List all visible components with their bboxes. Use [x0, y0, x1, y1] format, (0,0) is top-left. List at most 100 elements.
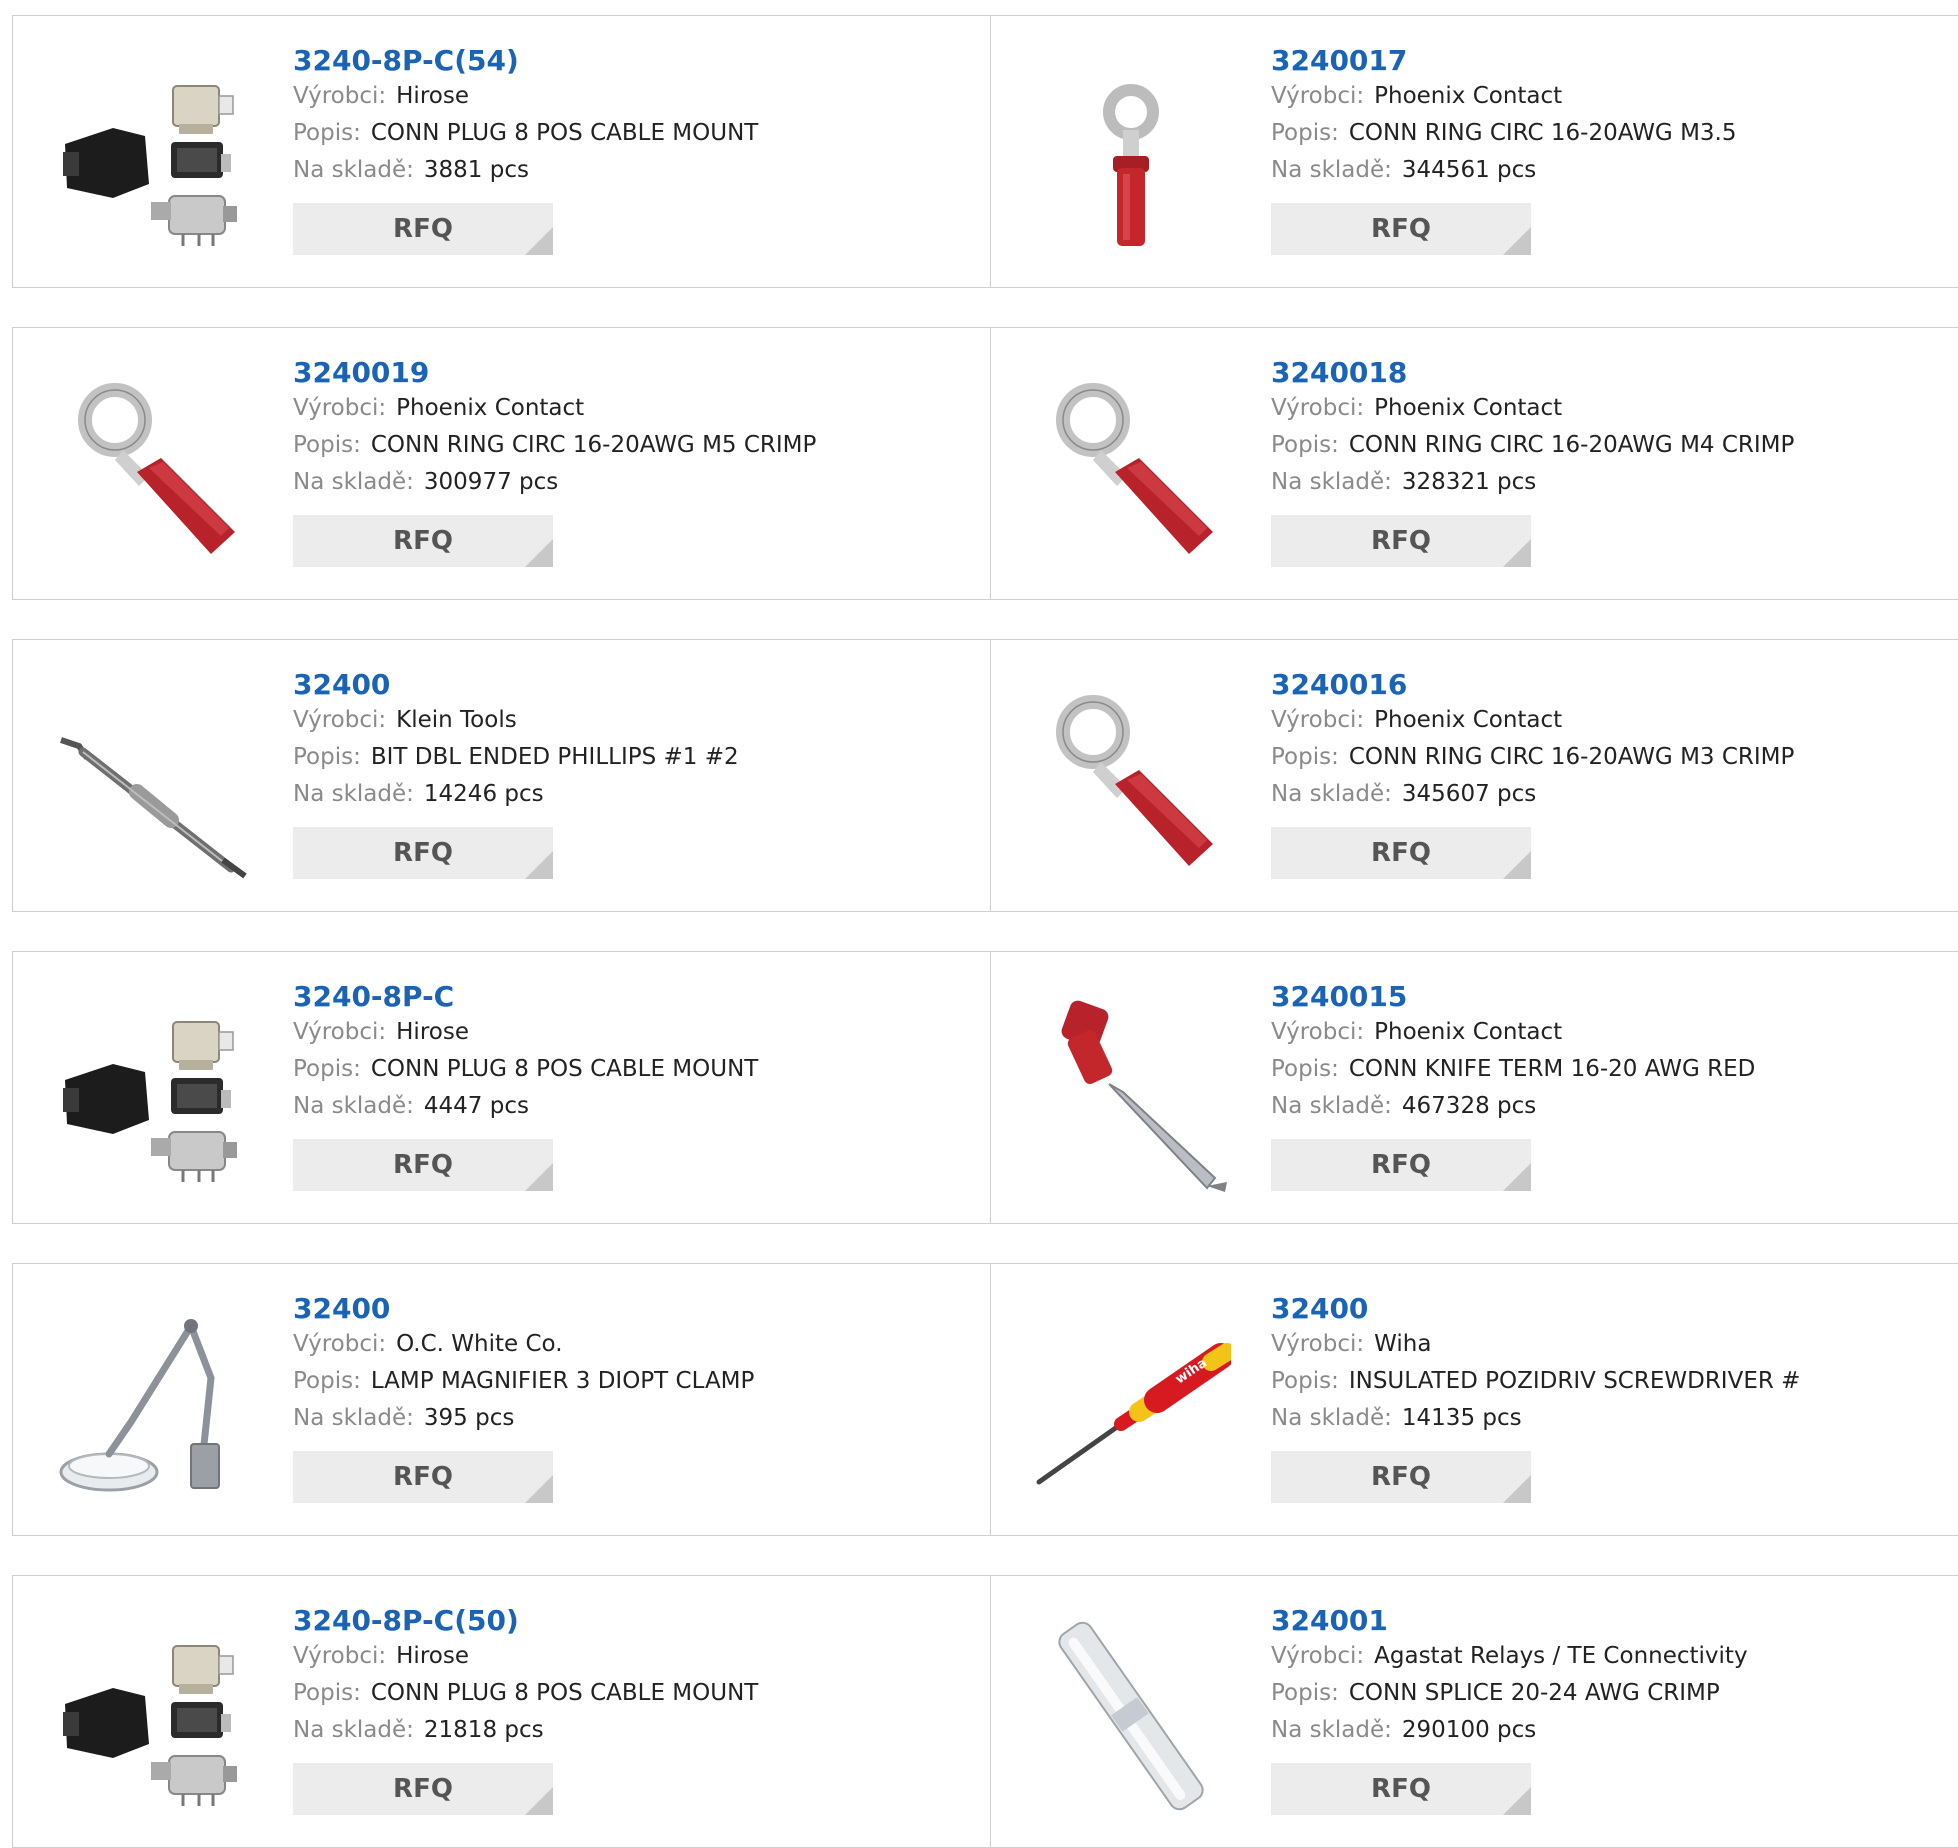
description-value: LAMP MAGNIFIER 3 DIOPT CLAMP	[370, 1368, 755, 1394]
knife-terminal-icon	[1061, 1000, 1227, 1192]
stock-value: 395 pcs	[423, 1405, 515, 1431]
rfq-button[interactable]: RFQ	[293, 827, 553, 879]
stock-row: Na skladě: 345607 pcs	[1271, 776, 1794, 813]
description-label: Popis:	[1271, 1056, 1339, 1082]
manufacturer-value: Wiha	[1374, 1331, 1432, 1357]
product-grid: 3240-8P-C(54) Výrobci: Hirose Popis: CONN …	[0, 0, 1958, 1848]
product-image[interactable]	[1031, 992, 1231, 1192]
part-number-link[interactable]: 3240-8P-C	[293, 980, 758, 1014]
product-image[interactable]	[1031, 1616, 1231, 1816]
stock-value: 467328 pcs	[1401, 1093, 1537, 1119]
product-card: 3240017 Výrobci: Phoenix Contact Popis: CO…	[990, 16, 1958, 287]
product-image[interactable]	[53, 368, 253, 568]
description-label: Popis:	[293, 120, 361, 146]
manufacturer-value: Agastat Relays / TE Connectivity	[1374, 1643, 1748, 1669]
product-row: 3240019 Výrobci: Phoenix Contact Popis: CO…	[12, 327, 1958, 600]
stock-value: 344561 pcs	[1401, 157, 1537, 183]
manufacturer-label: Výrobci:	[1271, 1643, 1365, 1669]
manufacturer-label: Výrobci:	[1271, 1019, 1365, 1045]
product-image[interactable]	[53, 1304, 253, 1504]
stock-value: 21818 pcs	[423, 1717, 544, 1743]
product-image[interactable]	[1031, 680, 1231, 880]
product-image[interactable]	[1031, 368, 1231, 568]
product-image[interactable]: wiha	[1031, 1304, 1231, 1504]
rfq-button[interactable]: RFQ	[1271, 827, 1531, 879]
stock-value: 3881 pcs	[423, 157, 529, 183]
rfq-button[interactable]: RFQ	[1271, 1451, 1531, 1503]
product-row: 3240-8P-C(50) Výrobci: Hirose Popis: CONN …	[12, 1575, 1958, 1848]
manufacturer-value: Hirose	[396, 1643, 469, 1669]
rfq-label: RFQ	[393, 1462, 453, 1492]
stock-label: Na skladě:	[293, 1405, 414, 1431]
description-label: Popis:	[293, 744, 361, 770]
rfq-button[interactable]: RFQ	[1271, 1763, 1531, 1815]
corner-triangle-icon	[525, 1163, 553, 1191]
manufacturer-label: Výrobci:	[293, 1019, 387, 1045]
manufacturer-row: Výrobci: Agastat Relays / TE Connectivity	[1271, 1638, 1748, 1675]
part-number-link[interactable]: 32400	[293, 1292, 754, 1326]
manufacturer-label: Výrobci:	[293, 707, 387, 733]
description-value: CONN PLUG 8 POS CABLE MOUNT	[370, 1056, 759, 1082]
product-info: 3240-8P-C Výrobci: Hirose Popis: CONN PLUG…	[293, 980, 758, 1191]
description-row: Popis: CONN PLUG 8 POS CABLE MOUNT	[293, 1675, 758, 1712]
description-row: Popis: CONN RING CIRC 16-20AWG M4 CRIMP	[1271, 427, 1794, 464]
manufacturer-row: Výrobci: Phoenix Contact	[293, 390, 816, 427]
part-number-link[interactable]: 3240019	[293, 356, 816, 390]
product-image[interactable]	[53, 992, 253, 1192]
part-number-link[interactable]: 3240015	[1271, 980, 1755, 1014]
product-image[interactable]	[53, 1616, 253, 1816]
part-number-link[interactable]: 3240017	[1271, 44, 1737, 78]
rfq-button[interactable]: RFQ	[1271, 515, 1531, 567]
product-card: 32400 Výrobci: O.C. White Co. Popis: LAMP …	[13, 1264, 990, 1535]
rfq-label: RFQ	[1371, 1774, 1431, 1804]
stock-label: Na skladě:	[1271, 781, 1392, 807]
rfq-button[interactable]: RFQ	[293, 515, 553, 567]
ring-terminal-icon	[1056, 695, 1213, 866]
product-image[interactable]	[53, 56, 253, 256]
stock-label: Na skladě:	[1271, 1405, 1392, 1431]
corner-triangle-icon	[525, 539, 553, 567]
rfq-button[interactable]: RFQ	[293, 203, 553, 255]
rfq-button[interactable]: RFQ	[293, 1139, 553, 1191]
rfq-button[interactable]: RFQ	[293, 1763, 553, 1815]
product-info: 32400 Výrobci: Wiha Popis: INSULATED POZID…	[1271, 1292, 1800, 1503]
part-number-link[interactable]: 3240018	[1271, 356, 1794, 390]
corner-triangle-icon	[1503, 227, 1531, 255]
rfq-button[interactable]: RFQ	[1271, 1139, 1531, 1191]
description-label: Popis:	[293, 1056, 361, 1082]
part-number-link[interactable]: 324001	[1271, 1604, 1748, 1638]
manufacturer-label: Výrobci:	[1271, 395, 1365, 421]
corner-triangle-icon	[525, 227, 553, 255]
rfq-button[interactable]: RFQ	[293, 1451, 553, 1503]
part-number-link[interactable]: 32400	[1271, 1292, 1800, 1326]
description-value: CONN RING CIRC 16-20AWG M5 CRIMP	[370, 432, 817, 458]
description-label: Popis:	[1271, 1368, 1339, 1394]
stock-value: 300977 pcs	[423, 469, 559, 495]
description-value: CONN RING CIRC 16-20AWG M3 CRIMP	[1348, 744, 1795, 770]
manufacturer-value: Phoenix Contact	[1374, 1019, 1563, 1045]
corner-triangle-icon	[1503, 1787, 1531, 1815]
product-info: 3240017 Výrobci: Phoenix Contact Popis: CO…	[1271, 44, 1737, 255]
part-number-link[interactable]: 3240-8P-C(54)	[293, 44, 758, 78]
product-card: 3240-8P-C Výrobci: Hirose Popis: CONN PLUG…	[13, 952, 990, 1223]
product-image[interactable]	[1031, 56, 1231, 256]
product-image[interactable]	[53, 680, 253, 880]
screwdriver-icon: wiha	[1036, 1343, 1231, 1485]
connector-kit-icon	[63, 1645, 237, 1806]
description-value: INSULATED POZIDRIV SCREWDRIVER #	[1348, 1368, 1801, 1394]
description-row: Popis: CONN RING CIRC 16-20AWG M3 CRIMP	[1271, 739, 1794, 776]
stock-value: 14246 pcs	[423, 781, 544, 807]
part-number-link[interactable]: 3240016	[1271, 668, 1794, 702]
description-row: Popis: CONN RING CIRC 16-20AWG M5 CRIMP	[293, 427, 816, 464]
manufacturer-value: Phoenix Contact	[1374, 395, 1563, 421]
stock-row: Na skladě: 290100 pcs	[1271, 1712, 1748, 1749]
manufacturer-value: Hirose	[396, 1019, 469, 1045]
rfq-button[interactable]: RFQ	[1271, 203, 1531, 255]
stock-label: Na skladě:	[293, 1717, 414, 1743]
part-number-link[interactable]: 3240-8P-C(50)	[293, 1604, 758, 1638]
part-number-link[interactable]: 32400	[293, 668, 739, 702]
description-row: Popis: CONN PLUG 8 POS CABLE MOUNT	[293, 115, 758, 152]
product-info: 3240018 Výrobci: Phoenix Contact Popis: CO…	[1271, 356, 1794, 567]
double-bit-icon	[60, 737, 247, 879]
stock-value: 290100 pcs	[1401, 1717, 1537, 1743]
